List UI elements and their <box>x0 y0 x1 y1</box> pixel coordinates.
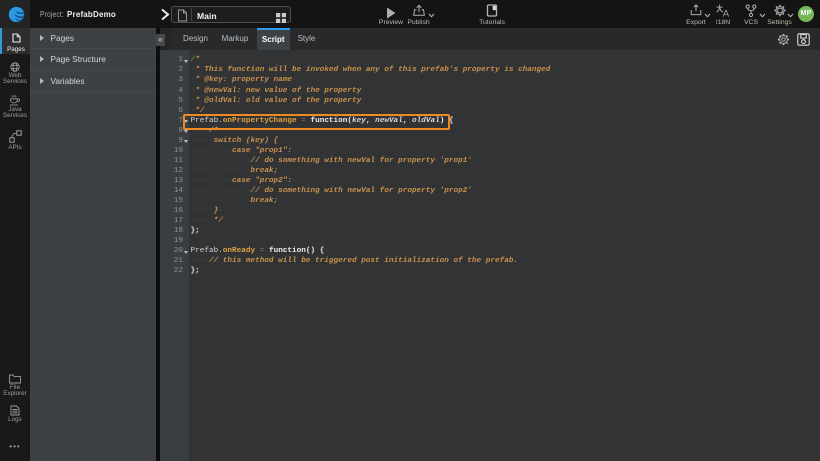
svg-text:A: A <box>723 9 730 19</box>
